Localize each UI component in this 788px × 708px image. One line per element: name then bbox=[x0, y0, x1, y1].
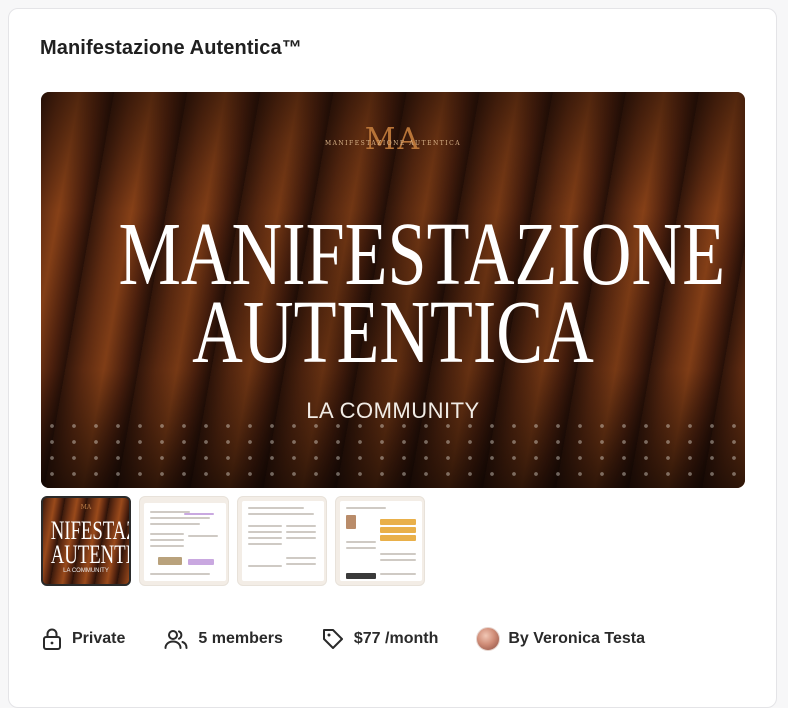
thumbnail-document-preview bbox=[242, 501, 324, 581]
owner-info[interactable]: By Veronica Testa bbox=[476, 627, 645, 651]
group-card: Manifestazione Autentica™ MA MANIFESTAZI… bbox=[8, 8, 777, 708]
members-count: 5 members bbox=[198, 630, 283, 647]
owner-name: By Veronica Testa bbox=[508, 630, 645, 647]
owner-avatar bbox=[476, 627, 501, 651]
members-info[interactable]: 5 members bbox=[163, 628, 283, 650]
thumbnail-logo: MA bbox=[80, 504, 92, 511]
privacy-label: Private bbox=[72, 630, 126, 647]
tag-icon bbox=[321, 627, 345, 651]
price-info: $77 /month bbox=[321, 627, 438, 651]
thumbnail-1[interactable]: MA NIFESTAZIO AUTENTICA LA COMMUNITY bbox=[41, 496, 131, 586]
thumbnail-document-preview bbox=[144, 503, 226, 581]
cover-tagline: LA COMMUNITY bbox=[306, 398, 480, 423]
cover-image[interactable]: MA MANIFESTAZIONE AUTENTICA MANIFESTAZIO… bbox=[41, 92, 745, 488]
lock-icon bbox=[41, 627, 63, 651]
cover-headline-line2: AUTENTICA bbox=[192, 283, 594, 382]
thumbnail-document-preview bbox=[340, 501, 422, 581]
group-meta-row: Private 5 members $77 /month By Veronica… bbox=[41, 623, 683, 655]
wing-dots-decoration bbox=[41, 418, 745, 488]
thumbnail-4[interactable] bbox=[335, 496, 425, 586]
price-label: $77 /month bbox=[353, 630, 439, 647]
privacy-info: Private bbox=[41, 627, 125, 651]
thumbnail-2[interactable] bbox=[139, 496, 229, 586]
users-icon bbox=[163, 628, 189, 650]
cover-logo-caption: MANIFESTAZIONE AUTENTICA bbox=[324, 140, 462, 147]
thumbnail-tagline: LA COMMUNITY bbox=[63, 568, 109, 574]
thumbnail-headline-line2: AUTENTICA bbox=[50, 540, 129, 569]
group-title: Manifestazione Autentica™ bbox=[40, 37, 302, 59]
thumbnail-3[interactable] bbox=[237, 496, 327, 586]
